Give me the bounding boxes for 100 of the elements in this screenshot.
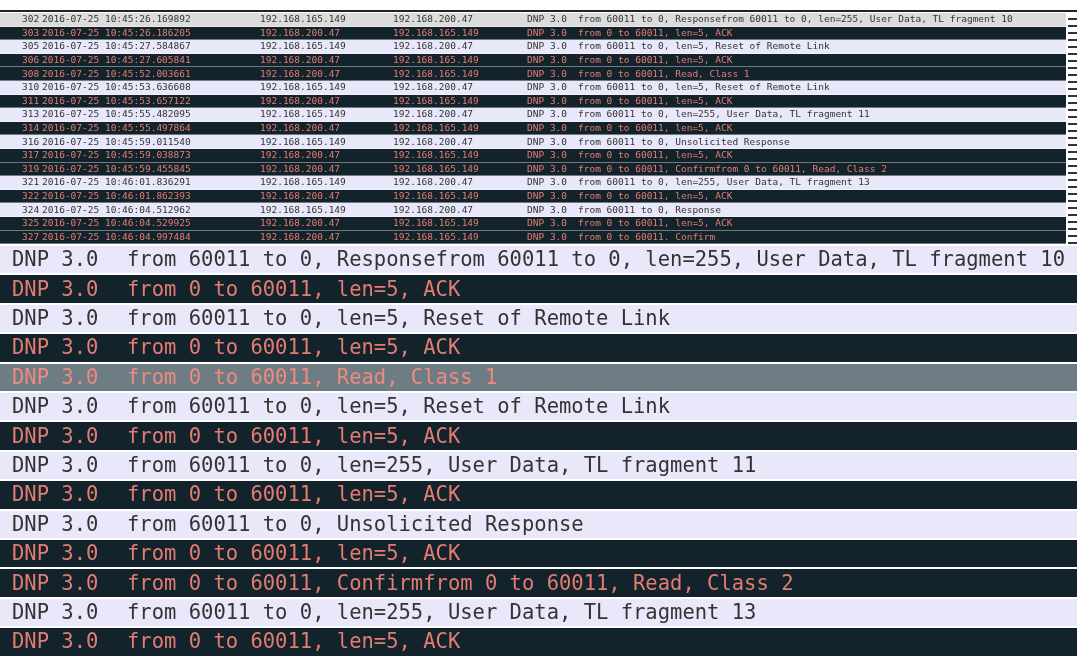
packet-row[interactable]: 324 2016-07-25 10:46:04.512962 192.168.165.149 192.168.200.47 DNP 3.0 from 60011 to 0, Response [0,203,1066,217]
table-cell-text: DNP 3.0 [12,599,100,625]
table-cell: from 60011 to 0, len=5, Reset of Remote Link [127,306,671,332]
table-cell: from 60011 to 0, len=5, Reset of Remote Link [578,40,830,53]
packet-row[interactable]: DNP 3.0 from 0 to 60011, len=5, ACK [0,540,1077,570]
packet-row[interactable]: 302 2016-07-25 10:45:26.169892 192.168.165.149 192.168.200.47 DNP 3.0 from 60011 to 0, Responsefrom 60011 to 0, len=255, User Data, TL fragment 10 [0,13,1066,27]
table-cell-text: DNP 3.0 [527,217,569,230]
table-cell: from 60011 to 0, Unsolicited Response [127,511,584,537]
table-cell: from 0 to 60011, len=5, ACK [578,217,733,230]
table-cell-text: 2016-07-25 10:46:04.512962 [42,203,192,216]
table-cell-text: 192.168.200.47 [393,13,475,26]
table-cell-text: DNP 3.0 [12,306,100,332]
table-cell: from 0 to 60011, len=5, ACK [578,54,733,67]
table-cell-text: 192.168.200.47 [393,81,475,94]
table-cell-text: 192.168.165.149 [260,40,347,53]
table-cell-text: 313 [22,108,41,121]
table-cell-text: 2016-07-25 10:45:27.605841 [42,54,192,67]
table-cell: from 60011 to 0, len=255, User Data, TL fragment 11 [127,453,757,478]
table-cell: from 60011 to 0, len=255, User Data, TL fragment 13 [578,176,870,189]
table-cell-text: 192.168.200.47 [393,203,475,216]
table-cell-text: 308 [22,67,41,80]
packet-row[interactable]: DNP 3.0 from 0 to 60011, len=5, ACK [0,334,1077,364]
table-cell-text: 192.168.200.47 [260,122,342,135]
table-cell-text: 2016-07-25 10:45:26.186205 [42,26,192,39]
table-cell-text: DNP 3.0 [12,364,100,390]
table-cell: from 0 to 60011, len=5, ACK [127,541,461,567]
table-cell-text: 192.168.200.47 [260,67,342,80]
table-cell-text: 192.168.200.47 [260,26,342,39]
table-cell-text: 322 [22,190,41,202]
table-cell: from 0 to 60011, len=5, ACK [578,122,733,135]
table-cell-text: DNP 3.0 [12,629,100,655]
table-cell-text: DNP 3.0 [527,176,569,189]
table-cell-text: 325 [22,217,41,230]
packet-row[interactable]: 305 2016-07-25 10:45:27.584867 192.168.165.149 192.168.200.47 DNP 3.0 from 60011 to 0, len=5, Reset of Remote Link [0,40,1066,54]
table-cell-text: 306 [22,54,41,67]
packet-row[interactable]: DNP 3.0 from 60011 to 0, Responsefrom 60011 to 0, len=255, User Data, TL fragment 10 [0,246,1077,276]
table-cell-text: 192.168.165.149 [393,190,480,202]
table-cell-text: DNP 3.0 [12,276,100,302]
table-cell-text: DNP 3.0 [527,122,569,135]
table-cell-text: 192.168.200.47 [393,176,475,189]
table-cell-text: 192.168.165.149 [393,230,480,243]
packet-row[interactable]: DNP 3.0 from 60011 to 0, len=255, User Data, TL fragment 13 [0,598,1077,629]
table-cell: from 0 to 60011, Confirmfrom 0 to 60011, Read, Class 2 [127,570,794,596]
table-cell-text: 311 [22,94,41,107]
table-cell-text: DNP 3.0 [12,394,100,420]
table-cell: from 60011 to 0, Response [578,203,721,216]
table-cell-text: 192.168.165.149 [260,81,347,94]
table-cell: from 0 to 60011, len=5, ACK [578,149,733,162]
table-cell-text: DNP 3.0 [12,453,100,478]
table-cell-text: 192.168.165.149 [260,176,347,189]
table-cell-text: 316 [22,135,41,148]
table-cell-text: 2016-07-25 10:46:04.997484 [42,230,192,243]
table-cell-text: DNP 3.0 [12,482,100,508]
packet-row[interactable]: DNP 3.0 from 0 to 60011, Confirmfrom 0 to 60011, Read, Class 2 [0,569,1077,599]
table-cell-text: 192.168.165.149 [393,26,480,39]
table-cell-text: DNP 3.0 [527,135,569,148]
table-cell-text: DNP 3.0 [527,230,569,243]
table-cell-text: 2016-07-25 10:45:59.038873 [42,149,192,162]
table-cell-text: 192.168.165.149 [393,94,480,107]
packet-row[interactable]: 313 2016-07-25 10:45:55.482095 192.168.165.149 192.168.200.47 DNP 3.0 from 60011 to 0, len=255, User Data, TL fragment 11 [0,108,1066,122]
table-cell-text: 2016-07-25 10:45:59.011540 [42,135,192,148]
table-cell: from 60011 to 0, len=5, Reset of Remote Link [127,394,671,420]
table-cell-text: 192.168.165.149 [260,203,347,216]
packet-row[interactable]: 321 2016-07-25 10:46:01.836291 192.168.165.149 192.168.200.47 DNP 3.0 from 60011 to 0, len=255, User Data, TL fragment 13 [0,176,1066,190]
table-cell-text: 2016-07-25 10:45:53.657122 [42,94,192,107]
table-cell-text: 321 [22,176,41,189]
packet-row[interactable]: 316 2016-07-25 10:45:59.011540 192.168.165.149 192.168.200.47 DNP 3.0 from 60011 to 0, Unsolicited Response [0,135,1066,149]
table-cell-text: 192.168.200.47 [260,217,342,230]
table-cell: from 60011 to 0, len=255, User Data, TL fragment 13 [127,599,757,625]
table-cell-text: DNP 3.0 [12,570,100,596]
packet-row[interactable]: DNP 3.0 from 0 to 60011, len=5, ACK [0,275,1077,305]
table-cell-text: DNP 3.0 [527,26,569,39]
table-cell: from 60011 to 0, len=255, User Data, TL fragment 11 [578,108,870,121]
table-cell-text: 192.168.200.47 [393,40,475,53]
packet-row[interactable]: DNP 3.0 from 60011 to 0, len=255, User Data, TL fragment 11 [0,451,1077,482]
table-cell-text: DNP 3.0 [527,162,569,175]
packet-row[interactable]: 308 2016-07-25 10:45:52.003661 192.168.200.47 192.168.165.149 DNP 3.0 from 0 to 60011, Read, Class 1 [0,67,1066,81]
table-cell-text: 192.168.165.149 [260,135,347,148]
table-cell-text: 327 [22,230,41,243]
packet-row[interactable]: DNP 3.0 from 0 to 60011, len=5, ACK [0,422,1077,452]
table-cell-text: 314 [22,122,41,135]
packet-row[interactable]: DNP 3.0 from 60011 to 0, len=5, Reset of Remote Link [0,393,1077,423]
table-cell-text: 192.168.200.47 [260,149,342,162]
packet-row[interactable]: DNP 3.0 from 0 to 60011, len=5, ACK [0,481,1077,511]
table-cell-text: 2016-07-25 10:45:59.455845 [42,162,192,175]
table-cell-text: 302 [22,13,41,26]
packet-row[interactable]: DNP 3.0 from 0 to 60011, len=5, ACK [0,628,1077,658]
table-cell: from 0 to 60011, len=5, ACK [127,629,461,655]
table-cell-text: DNP 3.0 [527,108,569,121]
table-cell-text: 2016-07-25 10:45:55.482095 [42,108,192,121]
table-cell-text: 305 [22,40,41,53]
table-cell-text: 192.168.165.149 [260,13,347,26]
table-cell-text: DNP 3.0 [527,81,569,94]
packet-row[interactable]: DNP 3.0 from 60011 to 0, Unsolicited Response [0,510,1077,540]
table-cell-text: 2016-07-25 10:45:27.584867 [42,40,192,53]
packet-row[interactable]: DNP 3.0 from 60011 to 0, len=5, Reset of Remote Link [0,304,1077,335]
table-cell-text: 303 [22,26,41,39]
table-cell: from 0 to 60011, len=5, ACK [578,26,733,39]
table-cell-text: DNP 3.0 [12,541,100,567]
table-cell-text: 192.168.200.47 [393,108,475,121]
